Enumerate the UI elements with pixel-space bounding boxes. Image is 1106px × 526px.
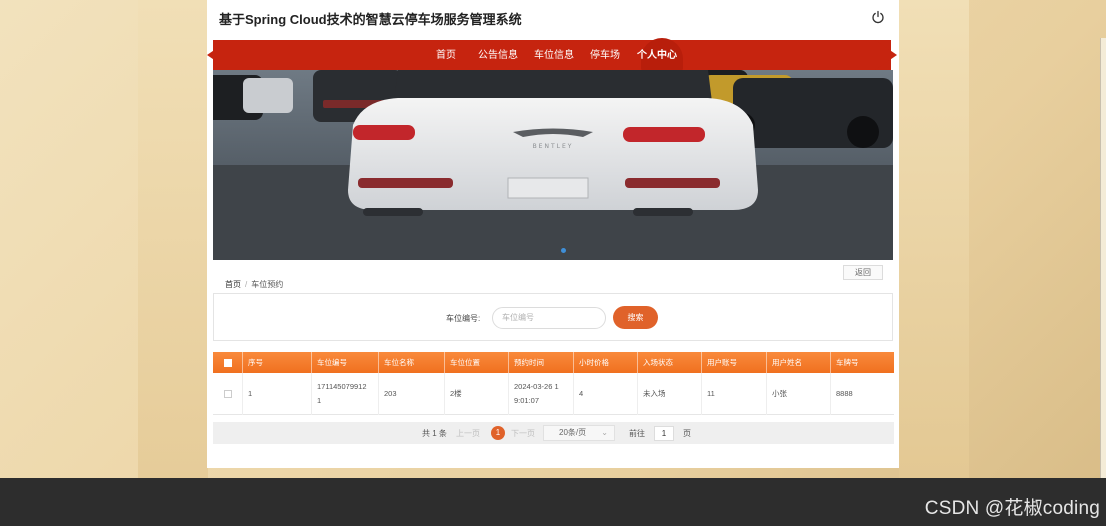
page-size-value: 20条/页 [559,428,587,437]
cell-space-name: 203 [379,373,445,415]
col-plate[interactable]: 车牌号 [831,352,894,373]
cell-reserve-time-line2: 9:01:07 [514,396,540,405]
banner-car-image: BENTLEY [213,70,893,260]
cell-hourly-price: 4 [574,373,638,415]
col-index[interactable]: 序号 [243,352,312,373]
nav-ribbon-right [875,40,897,70]
search-panel: 车位编号: 车位编号 搜索 [213,293,893,341]
pagination-page-unit: 页 [683,429,691,438]
nav-item-announcements[interactable]: 公告信息 [478,46,518,61]
pagination-prev[interactable]: 上一页 [456,428,480,439]
cell-location: 2楼 [445,373,509,415]
watermark: CSDN @花椒coding [924,498,1100,519]
power-icon[interactable] [871,10,885,24]
page-size-select[interactable]: 20条/页 ⌄ [543,425,615,441]
pagination-goto-label: 前往 [629,429,645,438]
col-reserve-time[interactable]: 预约时间 [509,352,574,373]
breadcrumb: 首页 / 车位预约 [225,279,283,290]
nav-item-parking-spaces[interactable]: 车位信息 [534,46,574,61]
col-space-no[interactable]: 车位编号 [312,352,379,373]
nav-item-home[interactable]: 首页 [436,46,456,61]
cell-space-no-line2: 1 [317,396,322,405]
table-row[interactable]: 1 171145079912 1 203 2楼 2024-03-26 1 9:0… [213,373,894,415]
col-hourly-price[interactable]: 小时价格 [574,352,638,373]
cell-user-name: 小张 [767,373,831,415]
pagination: 共 1 条 上一页 1 下一页 20条/页 ⌄ 前往 1 页 [213,422,894,444]
col-location[interactable]: 车位位置 [445,352,509,373]
carousel-indicator[interactable] [561,248,566,253]
search-button[interactable]: 搜索 [613,306,658,329]
cell-space-no-line1: 171145079912 [317,382,367,391]
main-nav: 首页 公告信息 车位信息 停车场 个人中心 [213,38,891,72]
cell-plate: 8888 [836,389,853,398]
reservation-table: 序号 车位编号 车位名称 车位位置 预约时间 小时价格 入场状态 用户账号 用户… [213,352,894,415]
breadcrumb-current: 车位预约 [251,280,284,289]
search-input[interactable]: 车位编号 [492,307,606,329]
col-account[interactable]: 用户账号 [702,352,767,373]
cell-reserve-time-line1: 2024-03-26 1 [514,382,559,391]
scrollbar[interactable] [1100,38,1106,478]
cell-entry-status: 未入场 [638,373,702,415]
row-checkbox[interactable] [223,390,232,398]
search-label: 车位编号: [446,314,481,323]
cell-index: 1 [243,373,312,415]
nav-item-personal-center[interactable]: 个人中心 [637,46,677,61]
nav-item-parking-lot[interactable]: 停车场 [590,46,620,61]
pagination-current-page[interactable]: 1 [491,426,505,440]
select-all-checkbox[interactable] [223,358,232,367]
row-select-cell [213,373,243,415]
back-button[interactable]: 返回 [843,265,883,280]
col-space-name[interactable]: 车位名称 [379,352,445,373]
breadcrumb-separator: / [245,280,248,289]
banner-carousel[interactable]: BENTLEY [213,70,893,260]
table-header: 序号 车位编号 车位名称 车位位置 预约时间 小时价格 入场状态 用户账号 用户… [213,352,894,373]
car-badge-text: BENTLEY [533,143,574,150]
col-user-name[interactable]: 用户姓名 [767,352,831,373]
page-title: 基于Spring Cloud技术的智慧云停车场服务管理系统 [219,12,522,27]
background-right-panel [899,0,969,478]
cell-account: 11 [702,373,767,415]
pagination-total: 共 1 条 [422,429,447,438]
cell-reserve-time: 2024-03-26 1 9:01:07 [509,373,574,415]
background-left-panel [138,0,208,478]
main-page: 基于Spring Cloud技术的智慧云停车场服务管理系统 首页 公告信息 车位… [207,0,899,468]
pagination-goto-input[interactable]: 1 [654,426,674,441]
col-entry-status[interactable]: 入场状态 [638,352,702,373]
breadcrumb-home[interactable]: 首页 [225,280,241,289]
chevron-down-icon: ⌄ [601,428,608,437]
pagination-next[interactable]: 下一页 [511,428,535,439]
cell-space-no: 171145079912 1 [312,373,379,415]
select-all-cell [213,352,243,373]
